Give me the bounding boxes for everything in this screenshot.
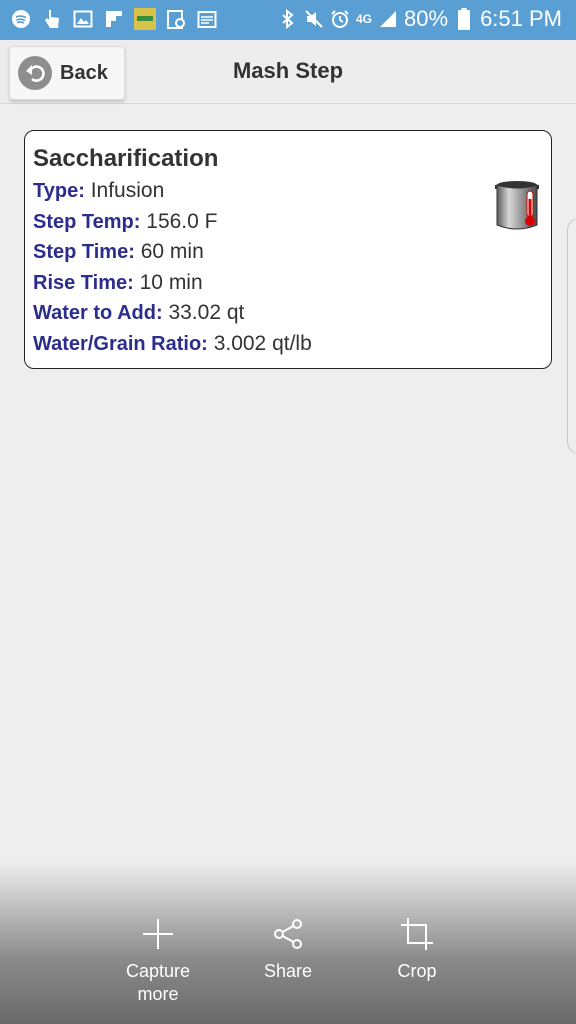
type-value: Infusion: [90, 179, 165, 202]
water-grain-ratio-value: 3.002 qt/lb: [213, 331, 312, 355]
capture-more-button[interactable]: Capture more: [103, 916, 213, 1006]
flipboard-icon: [103, 7, 125, 31]
capture-more-label-line2: more: [137, 984, 179, 1004]
type-label: Type:: [33, 180, 85, 202]
step-temp-label: Step Temp:: [33, 210, 141, 233]
back-arrow-icon: [18, 56, 52, 90]
detail-row-step-time: Step Time: 60 min: [33, 240, 312, 271]
step-name: Saccharification: [33, 145, 219, 172]
water-to-add-label: Water to Add:: [33, 302, 163, 324]
detail-row-rise-time: Rise Time: 10 min: [33, 271, 312, 302]
detail-row-type: Type: Infusion: [33, 179, 312, 210]
image-icon: [72, 7, 94, 31]
step-time-label: Step Time:: [33, 241, 135, 263]
step-time-value: 60 min: [140, 240, 204, 263]
alarm-icon: [330, 8, 350, 30]
spotify-icon: [10, 7, 32, 31]
hand-icon: [41, 7, 63, 31]
crop-label: Crop: [397, 961, 437, 981]
water-grain-ratio-label: Water/Grain Ratio:: [33, 332, 208, 355]
detail-row-water-grain-ratio: Water/Grain Ratio: 3.002 qt/lb: [33, 332, 312, 363]
mash-step-card[interactable]: Saccharification Type: Infusion Step Tem…: [24, 130, 552, 369]
clock: 6:51 PM: [480, 6, 562, 31]
water-to-add-value: 33.02 qt: [168, 301, 245, 324]
share-label: Share: [263, 961, 313, 981]
step-temp-value: 156.0 F: [146, 209, 218, 233]
step-details: Type: Infusion Step Temp: 156.0 F Step T…: [33, 179, 312, 362]
back-button[interactable]: Back: [9, 46, 125, 100]
mute-icon: [304, 8, 324, 30]
back-button-label: Back: [60, 61, 108, 84]
crop-icon: [401, 918, 433, 950]
share-button[interactable]: Share: [233, 916, 343, 983]
bluetooth-icon: [278, 8, 298, 30]
battery-percent: 80%: [404, 6, 449, 31]
mash-tun-thermometer-icon: [493, 177, 543, 233]
capture-toolbar: Capture more Share Crop: [0, 862, 576, 1024]
calendar-icon: [196, 7, 218, 31]
detail-row-step-temp: Step Temp: 156.0 F: [33, 210, 312, 241]
share-icon: [274, 919, 302, 949]
app-header: Mash Step Back: [0, 40, 576, 104]
rise-time-value: 10 min: [139, 270, 203, 294]
status-bar: 4G 80% 6:51 PM: [0, 0, 576, 40]
lte-icon: 4G: [356, 12, 373, 26]
battery-icon: [454, 8, 474, 30]
clipboard-icon: [165, 7, 187, 31]
crop-button[interactable]: Crop: [362, 916, 472, 983]
edge-panel-handle[interactable]: [567, 218, 576, 454]
capture-more-label-line1: Capture: [125, 961, 191, 981]
rise-time-label: Rise Time:: [33, 271, 134, 294]
plus-icon: [143, 919, 173, 949]
detail-row-water-to-add: Water to Add: 33.02 qt: [33, 301, 312, 332]
app-thumbnail-icon: [134, 7, 156, 31]
signal-icon: [378, 8, 398, 30]
